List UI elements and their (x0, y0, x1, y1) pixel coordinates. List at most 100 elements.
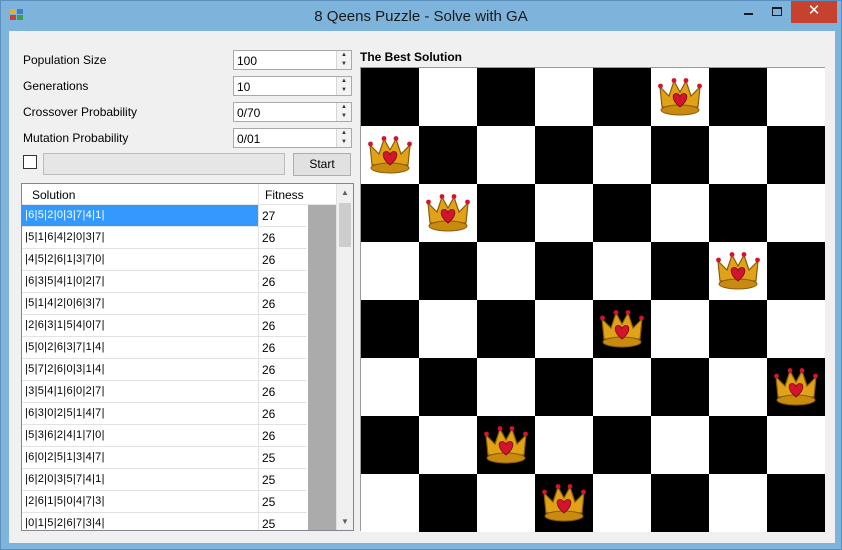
mutation-spinner[interactable]: ▲ ▼ (336, 129, 351, 147)
solutions-list[interactable]: Solution Fitness |6|5|2|0|3|7|4|1| 27 |5|1… (21, 183, 354, 531)
board-square (767, 126, 825, 184)
solution-cell: |5|1|4|2|0|6|3|7| (25, 297, 105, 309)
table-row[interactable]: |6|3|5|4|1|0|2|7| 26 (22, 271, 307, 293)
crown-heart-icon (426, 194, 470, 232)
board-square (593, 242, 651, 300)
scroll-thumb[interactable] (339, 203, 351, 247)
title-bar[interactable]: 8 Qeens Puzzle - Solve with GA ✕ (1, 1, 841, 31)
solution-cell: |6|3|0|2|5|1|4|7| (25, 407, 105, 419)
solution-cell: |5|0|2|6|3|7|1|4| (25, 341, 105, 353)
solution-cell: |4|5|2|6|1|3|7|0| (25, 253, 105, 265)
generations-value: 10 (237, 80, 251, 94)
table-row[interactable]: |5|1|6|4|2|0|3|7| 26 (22, 227, 307, 249)
crown-heart-icon (484, 426, 528, 464)
solution-cell: |5|1|6|4|2|0|3|7| (25, 231, 105, 243)
board-square (419, 242, 477, 300)
spin-down-icon[interactable]: ▼ (337, 86, 351, 95)
board-square (477, 416, 535, 474)
board-square (419, 358, 477, 416)
population-input[interactable]: 100 ▲ ▼ (233, 50, 352, 70)
crown-heart-icon (774, 368, 818, 406)
generations-spinner[interactable]: ▲ ▼ (336, 77, 351, 95)
table-row[interactable]: |6|3|0|2|5|1|4|7| 26 (22, 403, 307, 425)
scroll-down-icon[interactable]: ▼ (337, 513, 353, 530)
crossover-spinner[interactable]: ▲ ▼ (336, 103, 351, 121)
maximize-icon (771, 7, 782, 16)
spin-up-icon[interactable]: ▲ (337, 77, 351, 86)
board-square (361, 126, 419, 184)
crown-heart-icon (542, 484, 586, 522)
crown-heart-icon (716, 252, 760, 290)
board-square (593, 416, 651, 474)
table-row[interactable]: |6|0|2|5|1|3|4|7| 25 (22, 447, 307, 469)
fitness-cell: 26 (258, 293, 308, 314)
list-header: Solution Fitness (22, 184, 336, 205)
board-square (709, 358, 767, 416)
table-row[interactable]: |5|7|2|6|0|3|1|4| 26 (22, 359, 307, 381)
table-row[interactable]: |5|3|6|2|4|1|7|0| 26 (22, 425, 307, 447)
spin-down-icon[interactable]: ▼ (337, 60, 351, 69)
fitness-cell: 27 (258, 205, 308, 226)
board-square (477, 184, 535, 242)
fitness-cell: 26 (258, 381, 308, 402)
board-square (419, 184, 477, 242)
crown-heart-icon (600, 310, 644, 348)
mutation-value: 0/01 (237, 132, 261, 146)
table-row[interactable]: |6|2|0|3|5|7|4|1| 25 (22, 469, 307, 491)
board-square (593, 184, 651, 242)
option-checkbox[interactable] (23, 155, 37, 169)
column-header-fitness[interactable]: Fitness (258, 184, 308, 204)
solution-cell: |2|6|3|1|5|4|0|7| (25, 319, 105, 331)
vertical-scrollbar[interactable]: ▲ ▼ (336, 184, 353, 530)
close-button[interactable]: ✕ (791, 1, 837, 23)
app-window: 8 Qeens Puzzle - Solve with GA ✕ Populat… (0, 0, 842, 550)
spin-down-icon[interactable]: ▼ (337, 112, 351, 121)
board-square (767, 474, 825, 532)
table-row[interactable]: |2|6|1|5|0|4|7|3| 25 (22, 491, 307, 513)
generations-input[interactable]: 10 ▲ ▼ (233, 76, 352, 96)
population-value: 100 (237, 54, 258, 68)
crown-heart-icon (658, 78, 702, 116)
spin-down-icon[interactable]: ▼ (337, 138, 351, 147)
board-square (361, 68, 419, 126)
fitness-cell: 26 (258, 315, 308, 336)
minimize-button[interactable] (735, 1, 762, 23)
spin-up-icon[interactable]: ▲ (337, 51, 351, 60)
board-square (535, 126, 593, 184)
board-square (767, 184, 825, 242)
table-row[interactable]: |5|0|2|6|3|7|1|4| 26 (22, 337, 307, 359)
table-row[interactable]: |0|1|5|2|6|7|3|4| 25 (22, 513, 307, 530)
board-square (361, 300, 419, 358)
board-square (767, 68, 825, 126)
population-spinner[interactable]: ▲ ▼ (336, 51, 351, 69)
board-square (651, 68, 709, 126)
chess-board (360, 67, 825, 532)
generations-label: Generations (23, 79, 89, 93)
fitness-cell: 25 (258, 491, 308, 512)
board-square (535, 358, 593, 416)
board-title: The Best Solution (360, 50, 462, 64)
table-row[interactable]: |4|5|2|6|1|3|7|0| 26 (22, 249, 307, 271)
board-square (767, 358, 825, 416)
crossover-input[interactable]: 0/70 ▲ ▼ (233, 102, 352, 122)
board-square (419, 474, 477, 532)
maximize-button[interactable] (763, 1, 790, 23)
board-square (767, 416, 825, 474)
board-square (419, 300, 477, 358)
column-header-solution[interactable]: Solution (32, 188, 75, 202)
table-row[interactable]: |2|6|3|1|5|4|0|7| 26 (22, 315, 307, 337)
board-square (651, 416, 709, 474)
table-row[interactable]: |3|5|4|1|6|0|2|7| 26 (22, 381, 307, 403)
table-row[interactable]: |5|1|4|2|0|6|3|7| 26 (22, 293, 307, 315)
window-title: 8 Qeens Puzzle - Solve with GA (314, 8, 528, 25)
spin-up-icon[interactable]: ▲ (337, 129, 351, 138)
board-square (709, 242, 767, 300)
fitness-cell: 26 (258, 403, 308, 424)
fitness-cell: 26 (258, 425, 308, 446)
start-button[interactable]: Start (293, 153, 351, 176)
table-row[interactable]: |6|5|2|0|3|7|4|1| 27 (22, 205, 307, 227)
mutation-input[interactable]: 0/01 ▲ ▼ (233, 128, 352, 148)
scroll-up-icon[interactable]: ▲ (337, 184, 353, 201)
solution-cell: |6|3|5|4|1|0|2|7| (25, 275, 105, 287)
spin-up-icon[interactable]: ▲ (337, 103, 351, 112)
